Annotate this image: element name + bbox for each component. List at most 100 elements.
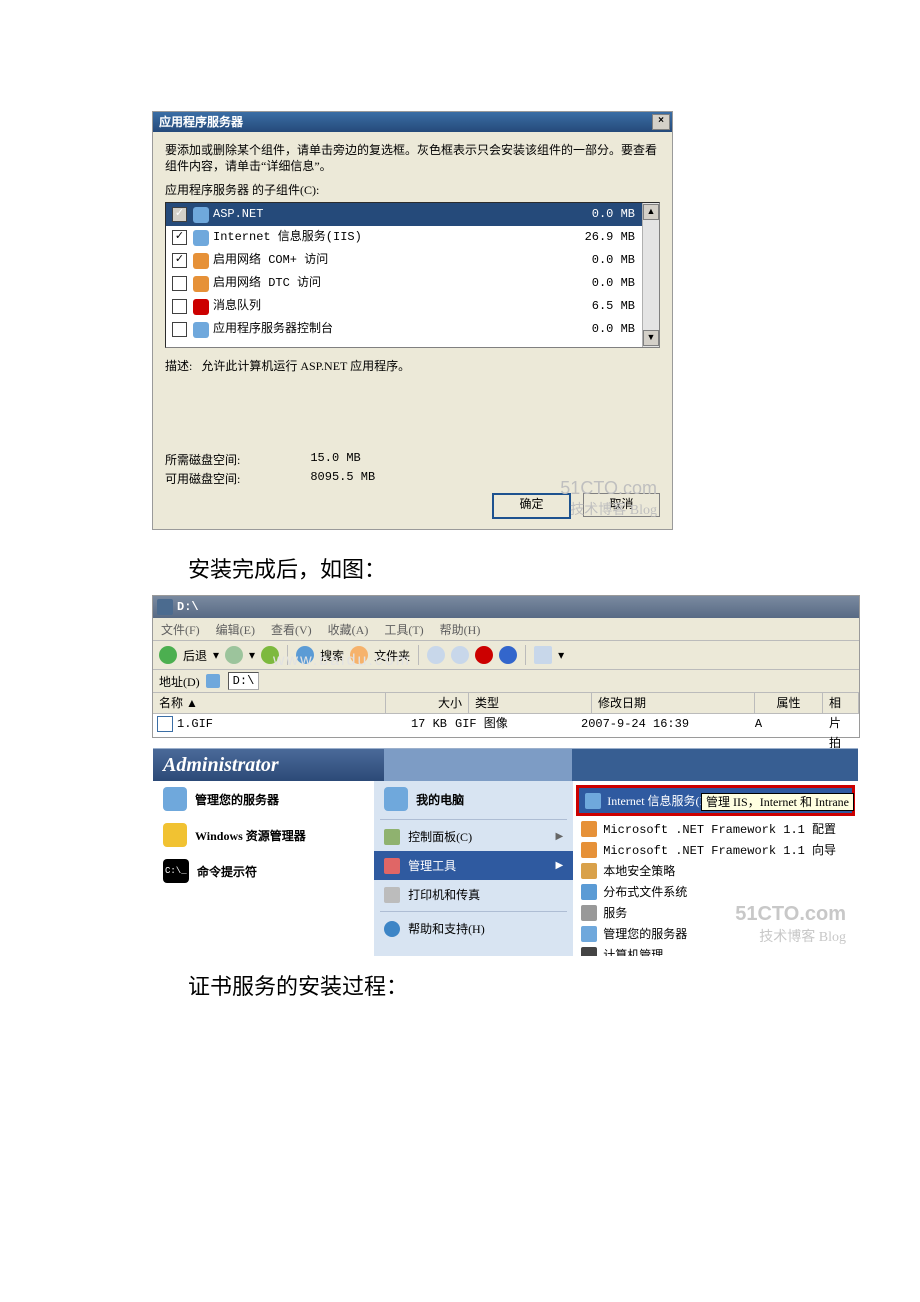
server-icon — [163, 787, 187, 811]
dropdown-arrow[interactable]: ▾ — [249, 648, 255, 663]
columns-header[interactable]: 名称 ▲ 大小 类型 修改日期 属性 相片拍照 — [153, 693, 859, 714]
menu-fav[interactable]: 收藏(A) — [328, 621, 369, 638]
menu-help[interactable]: 帮助(H) — [440, 621, 481, 638]
col-date[interactable]: 修改日期 — [592, 693, 755, 713]
help-icon — [384, 921, 400, 937]
component-icon — [193, 299, 209, 315]
dfs-icon — [581, 884, 597, 900]
submenu-item[interactable]: Microsoft .NET Framework 1.1 配置 — [573, 818, 858, 839]
menu-view[interactable]: 查看(V) — [271, 621, 312, 638]
component-row[interactable]: 消息队列 6.5 MB — [166, 295, 659, 318]
pinned-item-cmd[interactable]: C:\_ 命令提示符 — [153, 853, 374, 889]
item-admin-tools[interactable]: 管理工具 ▶ — [374, 851, 573, 880]
item-control-panel[interactable]: 控制面板(C) ▶ — [374, 822, 573, 851]
checkbox[interactable]: ✓ — [172, 230, 187, 245]
undo-icon[interactable] — [499, 646, 517, 664]
close-button[interactable]: × — [652, 114, 670, 130]
item-label: 计算机管理 — [603, 946, 663, 956]
component-icon — [193, 276, 209, 292]
admin-tools-icon — [384, 858, 400, 874]
watermark: 技术博客 Blog — [570, 499, 657, 519]
submenu-item[interactable]: 本地安全策略 — [573, 860, 858, 881]
pinned-item-manage-server[interactable]: 管理您的服务器 — [153, 781, 374, 817]
forward-icon[interactable] — [225, 646, 243, 664]
component-row[interactable]: 应用程序服务器控制台 0.0 MB — [166, 318, 659, 341]
menu-tools[interactable]: 工具(T) — [384, 621, 423, 638]
item-label: Windows 资源管理器 — [195, 827, 306, 844]
back-label[interactable]: 后退 — [183, 647, 207, 664]
system-column: 我的电脑 控制面板(C) ▶ 管理工具 ▶ 打印机和传真 — [374, 781, 573, 956]
scroll-down-button[interactable]: ▼ — [643, 330, 659, 346]
file-type: GIF 图像 — [447, 714, 565, 734]
checkbox[interactable] — [172, 299, 187, 314]
views-icon[interactable] — [534, 646, 552, 664]
checkbox[interactable]: ✓ — [172, 207, 187, 222]
component-row[interactable]: ✓ 启用网络 COM+ 访问 0.0 MB — [166, 249, 659, 272]
services-icon — [581, 905, 597, 921]
component-name: 启用网络 COM+ 访问 — [213, 249, 328, 272]
dotnet-icon — [581, 821, 597, 837]
computer-icon — [384, 787, 408, 811]
checkbox[interactable] — [172, 322, 187, 337]
components-list[interactable]: ▲ ▼ ✓ ASP.NET 0.0 MB ✓ Internet 信息服务(IIS… — [165, 202, 660, 348]
item-label: 管理您的服务器 — [195, 791, 279, 808]
menu-edit[interactable]: 编辑(E) — [216, 621, 255, 638]
ok-button[interactable]: 确定 — [492, 493, 571, 519]
submenu-item[interactable]: Microsoft .NET Framework 1.1 向导 — [573, 839, 858, 860]
component-size: 0.0 MB — [592, 272, 635, 295]
checkbox[interactable] — [172, 276, 187, 291]
item-label: 控制面板(C) — [408, 828, 472, 845]
separator — [380, 819, 567, 820]
component-row[interactable]: ✓ Internet 信息服务(IIS) 26.9 MB — [166, 226, 659, 249]
item-printers[interactable]: 打印机和传真 — [374, 880, 573, 909]
dropdown-arrow[interactable]: ▾ — [213, 648, 219, 663]
dialog-description: 要添加或删除某个组件，请单击旁边的复选框。灰色框表示只会安装该组件的一部分。要查… — [165, 142, 660, 174]
col-size[interactable]: 大小 — [386, 693, 469, 713]
watermark: 51CTO.com — [735, 903, 846, 926]
component-name: 消息队列 — [213, 295, 261, 318]
computer-mgmt-icon — [581, 947, 597, 957]
delete-icon[interactable] — [475, 646, 493, 664]
pinned-item-explorer[interactable]: Windows 资源管理器 — [153, 817, 374, 853]
address-value[interactable]: D:\ — [228, 672, 260, 690]
file-attr: A — [731, 714, 786, 734]
item-my-computer[interactable]: 我的电脑 — [374, 781, 573, 817]
copy-icon[interactable] — [451, 646, 469, 664]
component-name: 应用程序服务器控制台 — [213, 318, 333, 341]
col-photo[interactable]: 相片拍照 — [823, 693, 859, 713]
component-size: 26.9 MB — [585, 226, 635, 249]
item-help[interactable]: 帮助和支持(H) — [374, 914, 573, 943]
col-attr[interactable]: 属性 — [755, 693, 823, 713]
col-name[interactable]: 名称 ▲ — [153, 693, 386, 713]
component-row[interactable]: ✓ ASP.NET 0.0 MB — [166, 203, 659, 226]
scrollbar[interactable]: ▲ ▼ — [642, 203, 659, 347]
component-size: 0.0 MB — [592, 318, 635, 341]
component-size: 0.0 MB — [592, 203, 635, 226]
tooltip: 管理 IIS，Internet 和 Intrane — [701, 793, 854, 811]
back-icon[interactable] — [159, 646, 177, 664]
component-row[interactable]: 启用网络 DTC 访问 0.0 MB — [166, 272, 659, 295]
dropdown-arrow[interactable]: ▾ — [558, 648, 564, 663]
separator — [525, 645, 526, 665]
submenu-item[interactable]: 分布式文件系统 — [573, 881, 858, 902]
cmd-icon: C:\_ — [163, 859, 189, 883]
app-server-dialog: 应用程序服务器 × 要添加或删除某个组件，请单击旁边的复选框。灰色框表示只会安装… — [152, 111, 673, 530]
submenu-arrow-icon: ▶ — [556, 831, 564, 842]
separator — [380, 911, 567, 912]
file-name: 1.GIF — [177, 714, 377, 734]
scroll-up-button[interactable]: ▲ — [643, 204, 659, 220]
file-row[interactable]: 1.GIF 17 KB GIF 图像 2007-9-24 16:39 A — [153, 714, 859, 734]
item-label: 帮助和支持(H) — [408, 920, 485, 937]
explorer-titlebar: D:\ — [153, 596, 859, 618]
move-icon[interactable] — [427, 646, 445, 664]
col-type[interactable]: 类型 — [469, 693, 592, 713]
submenu-arrow-icon: ▶ — [556, 860, 564, 871]
component-icon — [193, 322, 209, 338]
component-name: Internet 信息服务(IIS) — [213, 226, 362, 249]
menu-bar[interactable]: 文件(F) 编辑(E) 查看(V) 收藏(A) 工具(T) 帮助(H) — [153, 618, 859, 641]
menu-file[interactable]: 文件(F) — [161, 621, 200, 638]
checkbox[interactable]: ✓ — [172, 253, 187, 268]
component-icon — [193, 230, 209, 246]
pinned-column: 管理您的服务器 Windows 资源管理器 C:\_ 命令提示符 — [153, 781, 374, 956]
drive-icon — [206, 674, 220, 688]
